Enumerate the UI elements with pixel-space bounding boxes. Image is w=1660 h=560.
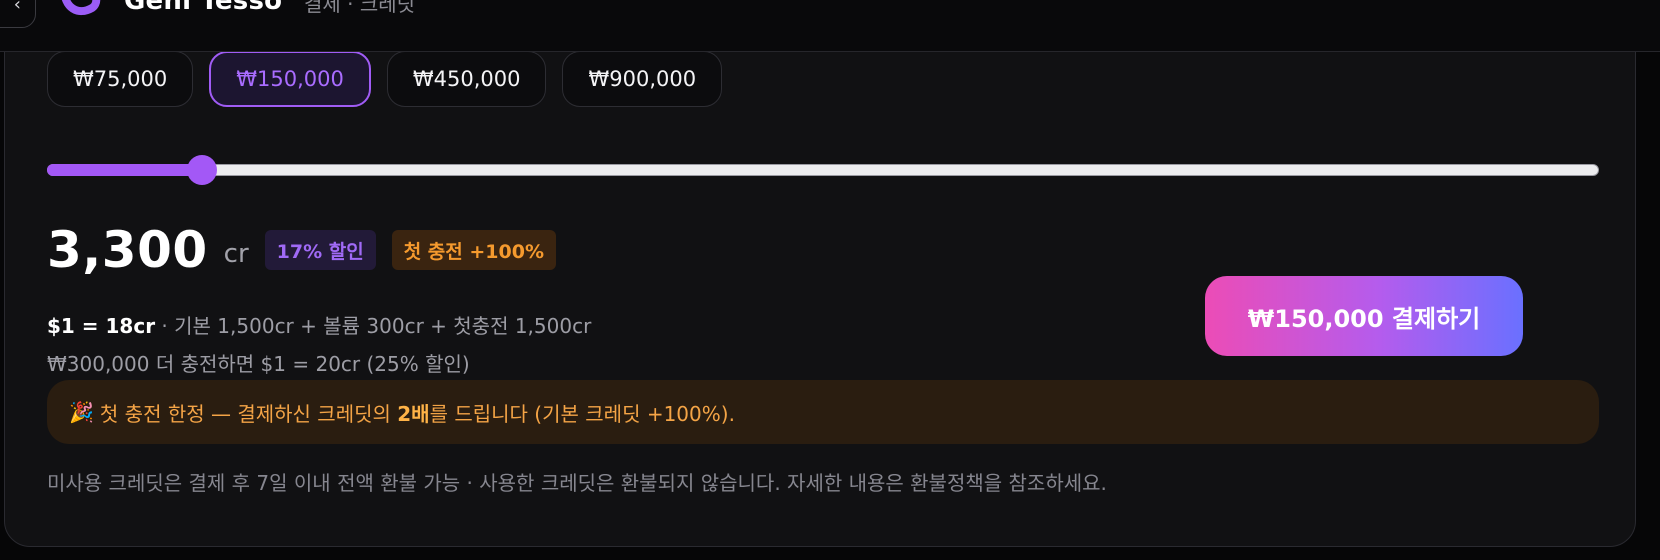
first-charge-badge: 첫 충전 +100% [391,230,556,270]
promo-text: 첫 충전 한정 — 결제하신 크레딧의 2배를 드립니다 (기본 크레딧 +10… [99,401,735,426]
back-button[interactable]: ‹ [0,0,36,28]
credit-amount: 3,300 [47,221,208,279]
preset-amount-group: ₩75,000 ₩150,000 ₩450,000 ₩900,000 [47,51,723,107]
preset-button-450000[interactable]: ₩450,000 [386,51,547,107]
chevron-left-icon: ‹ [13,0,21,15]
discount-badge: 17% 할인 [264,230,376,270]
preset-button-75000[interactable]: ₩75,000 [47,51,194,107]
first-charge-promo-banner: 🎉 첫 충전 한정 — 결제하신 크레딧의 2배를 드립니다 (기본 크레딧 +… [47,380,1599,444]
top-nav-bar: ‹ Geni Tesso 결제 · 크레딧 [0,0,1660,52]
refund-policy-note: 미사용 크레딧은 결제 후 7일 이내 전액 환불 가능 · 사용한 크레딧은 … [47,471,1107,495]
brand-name: Geni Tesso [124,0,283,16]
preset-button-150000[interactable]: ₩150,000 [209,51,371,107]
credit-breakdown: · 기본 1,500cr + 볼륨 300cr + 첫충전 1,500cr [155,314,592,338]
credit-purchase-card: ₩75,000 ₩150,000 ₩450,000 ₩900,000 3,300… [4,20,1636,547]
slider-thumb[interactable] [187,155,218,185]
logo-icon [62,0,101,16]
promo-highlight: 2배 [397,401,430,426]
credit-amount-row: 3,300 cr 17% 할인 첫 충전 +100% [47,221,556,279]
nav-breadcrumb[interactable]: 결제 · 크레딧 [304,0,415,17]
upsell-hint: ₩300,000 더 충전하면 $1 = 20cr (25% 할인) [47,352,470,376]
credit-unit: cr [223,239,249,269]
slider-fill [47,164,203,176]
pay-button[interactable]: ₩150,000 결제하기 [1205,276,1523,356]
slider-track[interactable] [47,164,1599,176]
preset-button-900000[interactable]: ₩900,000 [562,51,723,107]
amount-slider[interactable] [47,153,1599,187]
party-popper-icon: 🎉 [69,400,94,424]
exchange-rate: $1 = 18cr [47,314,156,338]
rate-breakdown: $1 = 18cr · 기본 1,500cr + 볼륨 300cr + 첫충전 … [47,310,591,339]
